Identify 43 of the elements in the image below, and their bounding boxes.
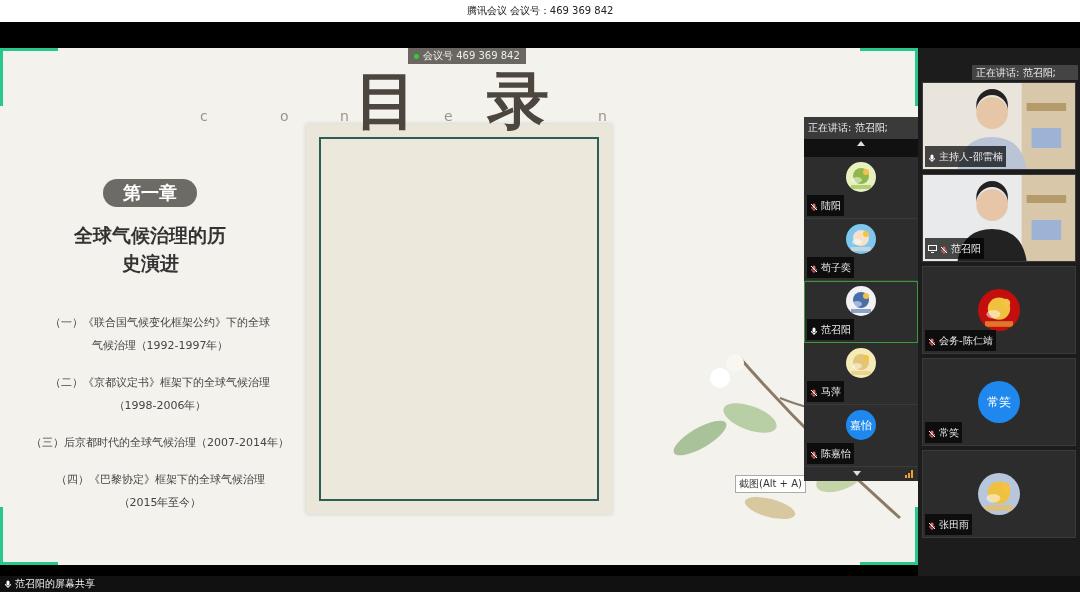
outline-item: （二）《京都议定书》框架下的全球气候治理 (50, 375, 270, 390)
participant-tile[interactable]: 苟子奕 (804, 219, 918, 281)
muted-mic-icon (810, 203, 818, 211)
participant-name: 张田雨 (939, 517, 969, 532)
mic-icon (4, 580, 12, 588)
slide-letter: n (598, 108, 608, 124)
slide-letter: c (200, 108, 209, 124)
outline-item: （三）后京都时代的全球气候治理（2007-2014年） (31, 435, 289, 450)
participant-name: 主持人-邵雷楠 (939, 149, 1003, 164)
corner-bracket (0, 507, 58, 565)
chapter-title: 全球气候治理的历 (74, 223, 226, 248)
participant-name: 会务-陈仁靖 (939, 333, 993, 348)
muted-mic-icon (928, 430, 936, 438)
chapter-title: 史演进 (120, 251, 180, 276)
screen-share-label: 范召阳的屏幕共享 (15, 577, 95, 591)
slide-letter: n (340, 108, 350, 124)
participant-name: 陆阳 (821, 198, 841, 213)
corner-bracket (0, 48, 58, 106)
speaking-tag: 正在讲话: 范召阳; (972, 65, 1078, 80)
slide-letter: o (280, 108, 290, 124)
outline-item: （四）《巴黎协定》框架下的全球气候治理 (55, 472, 265, 487)
up-arrow-icon[interactable] (856, 139, 866, 147)
avatar: 常笑 (978, 381, 1020, 423)
participant-name: 范召阳 (951, 241, 981, 256)
muted-mic-icon (928, 338, 936, 346)
participant-tile[interactable]: 陆阳 (804, 157, 918, 219)
slide-letter: e (444, 108, 454, 124)
outline-item: 气候治理（1992-1997年） (91, 338, 229, 353)
participant-name: 常笑 (939, 425, 959, 440)
speaking-label: 正在讲话: 范召阳; (808, 121, 888, 135)
outline-item: （2015年至今） (118, 495, 202, 510)
chapter-label: 第一章 (103, 179, 197, 207)
muted-mic-icon (810, 265, 818, 273)
muted-mic-icon (940, 246, 948, 254)
participant-name: 苟子奕 (821, 260, 851, 275)
mic-icon (928, 154, 936, 162)
outline-item: （一）《联合国气候变化框架公约》下的全球 (50, 315, 270, 330)
muted-mic-icon (928, 522, 936, 530)
slide-title: 目 (355, 66, 417, 136)
slide-title: 录 (487, 66, 549, 136)
outline-item: （1998-2006年） (113, 398, 207, 413)
meeting-id-badge: 会议号 469 369 842 (408, 48, 526, 64)
window-title: 腾讯会议 会议号：469 369 842 (466, 4, 614, 18)
